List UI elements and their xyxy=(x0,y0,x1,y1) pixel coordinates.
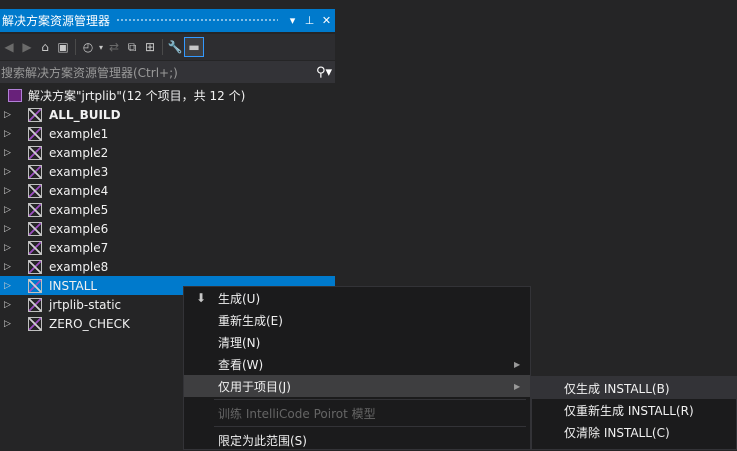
tree-item-label: example4 xyxy=(49,183,109,198)
expand-arrow-icon[interactable]: ▷ xyxy=(0,300,19,310)
panel-toolbar: ◀ ▶ ⌂ ▣ ◴ ▾ ⇄ ⧉ ⊞ 🔧 ▬ xyxy=(0,34,335,60)
tree-item-label: ZERO_CHECK xyxy=(49,316,130,331)
cmake-project-icon xyxy=(28,221,42,236)
panel-title: 解决方案资源管理器 xyxy=(2,14,111,28)
tree-item-label: example3 xyxy=(49,164,109,179)
submenu-arrow-icon: ▶ xyxy=(514,381,521,391)
submenu-item-0[interactable]: 仅生成 INSTALL(B) xyxy=(532,377,736,399)
pin-icon[interactable]: ⊥ xyxy=(301,14,318,27)
menu-item-label: 查看(W) xyxy=(218,357,264,372)
preview-selected-icon[interactable]: ▬ xyxy=(184,37,204,57)
submenu-item-1[interactable]: 仅重新生成 INSTALL(R) xyxy=(532,399,736,421)
menu-item-4[interactable]: 仅用于项目(J) ▶ xyxy=(184,375,530,397)
cmake-project-icon xyxy=(28,183,42,198)
expand-arrow-icon[interactable]: ▷ xyxy=(0,110,19,120)
pending-changes-filter-icon[interactable]: ◴ xyxy=(79,37,97,57)
menu-item-2[interactable]: 清理(N) xyxy=(184,331,530,353)
panel-titlebar: 解决方案资源管理器 ▾ ⊥ ✕ xyxy=(0,9,335,32)
menu-item-label: 仅用于项目(J) xyxy=(218,379,291,394)
menu-item-3[interactable]: 查看(W) ▶ xyxy=(184,353,530,375)
toolbar-separator xyxy=(75,39,76,55)
context-menu: ⬇ 生成(U) 重新生成(E) 清理(N) 查看(W) ▶ 仅用于项目(J) ▶ 训练 Inte… xyxy=(183,286,531,450)
tree-item-all-build[interactable]: ▷ ALL_BUILD xyxy=(0,105,335,124)
tree-item-example3[interactable]: ▷ example3 xyxy=(0,162,335,181)
menu-item-1[interactable]: 重新生成(E) xyxy=(184,309,530,331)
expand-arrow-icon[interactable]: ▷ xyxy=(0,167,19,177)
menu-item-label: 清理(N) xyxy=(218,335,261,350)
menu-item-6[interactable]: 限定为此范围(S) xyxy=(184,429,530,451)
menu-separator xyxy=(214,426,526,427)
menu-item-label: 生成(U) xyxy=(218,291,261,306)
project-only-submenu: 仅生成 INSTALL(B) 仅重新生成 INSTALL(R) 仅清除 INSTAL… xyxy=(531,376,737,450)
submenu-item-2[interactable]: 仅清除 INSTALL(C) xyxy=(532,421,736,443)
collapse-all-icon[interactable]: ⧉ xyxy=(123,37,141,57)
sync-icon[interactable]: ⇄ xyxy=(105,37,123,57)
submenu-arrow-icon: ▶ xyxy=(514,359,521,369)
expand-arrow-icon[interactable]: ▷ xyxy=(0,262,19,272)
tree-item-label: example2 xyxy=(49,145,109,160)
window-position-dropdown-icon[interactable]: ▾ xyxy=(284,14,301,27)
tree-item-label: ALL_BUILD xyxy=(49,107,121,122)
tree-item-example4[interactable]: ▷ example4 xyxy=(0,181,335,200)
home-icon[interactable]: ⌂ xyxy=(36,37,54,57)
expand-arrow-icon[interactable]: ▷ xyxy=(0,243,19,253)
show-all-files-icon[interactable]: ⊞ xyxy=(141,37,159,57)
cmake-project-icon xyxy=(28,202,42,217)
close-icon[interactable]: ✕ xyxy=(318,14,335,27)
cmake-project-icon xyxy=(28,126,42,141)
switch-views-icon[interactable]: ▣ xyxy=(54,37,72,57)
tree-item-example1[interactable]: ▷ example1 xyxy=(0,124,335,143)
build-icon: ⬇ xyxy=(195,291,207,305)
search-icon[interactable]: ⚲▾ xyxy=(313,65,335,80)
back-icon[interactable]: ◀ xyxy=(0,37,18,57)
cmake-project-icon xyxy=(28,240,42,255)
menu-item-label: 训练 IntelliCode Poirot 模型 xyxy=(218,406,376,421)
cmake-project-icon xyxy=(28,164,42,179)
properties-wrench-icon[interactable]: 🔧 xyxy=(166,37,184,57)
cmake-project-icon xyxy=(28,107,42,122)
expand-arrow-icon[interactable]: ▷ xyxy=(0,148,19,158)
search-input[interactable]: 搜索解决方案资源管理器(Ctrl+;) xyxy=(0,64,313,81)
expand-arrow-icon[interactable]: ▷ xyxy=(0,205,19,215)
cmake-project-icon xyxy=(28,145,42,160)
tree-item-example5[interactable]: ▷ example5 xyxy=(0,200,335,219)
menu-item-label: 重新生成(E) xyxy=(218,313,283,328)
search-box[interactable]: 搜索解决方案资源管理器(Ctrl+;) ⚲▾ xyxy=(0,61,335,83)
tree-item-label: example6 xyxy=(49,221,109,236)
menu-item-0[interactable]: ⬇ 生成(U) xyxy=(184,287,530,309)
menu-item-label: 限定为此范围(S) xyxy=(218,433,307,448)
titlebar-grip[interactable] xyxy=(116,18,278,23)
tree-item-label: example7 xyxy=(49,240,109,255)
menu-separator xyxy=(214,399,526,400)
cmake-project-icon xyxy=(28,297,42,312)
expand-arrow-icon[interactable]: ▷ xyxy=(0,224,19,234)
tree-item-label: jrtplib-static xyxy=(49,297,122,312)
tree-item-example6[interactable]: ▷ example6 xyxy=(0,219,335,238)
cmake-project-icon xyxy=(28,316,42,331)
expand-arrow-icon[interactable]: ▷ xyxy=(0,281,19,291)
cmake-project-icon xyxy=(28,278,42,293)
menu-item-5: 训练 IntelliCode Poirot 模型 xyxy=(184,402,530,424)
tree-item-label: example1 xyxy=(49,126,109,141)
toolbar-separator xyxy=(162,39,163,55)
solution-root-label: 解决方案"jrtplib"(12 个项目，共 12 个) xyxy=(28,89,246,103)
forward-icon[interactable]: ▶ xyxy=(18,37,36,57)
solution-icon xyxy=(8,89,22,102)
tree-item-label: INSTALL xyxy=(49,278,98,293)
tree-item-label: example5 xyxy=(49,202,109,217)
expand-arrow-icon[interactable]: ▷ xyxy=(0,129,19,139)
tree-item-example8[interactable]: ▷ example8 xyxy=(0,257,335,276)
tree-item-example2[interactable]: ▷ example2 xyxy=(0,143,335,162)
expand-arrow-icon[interactable]: ▷ xyxy=(0,319,19,329)
chevron-down-icon[interactable]: ▾ xyxy=(97,37,105,57)
cmake-project-icon xyxy=(28,259,42,274)
tree-item-label: example8 xyxy=(49,259,109,274)
expand-arrow-icon[interactable]: ▷ xyxy=(0,186,19,196)
tree-item-example7[interactable]: ▷ example7 xyxy=(0,238,335,257)
solution-root-node[interactable]: 解决方案"jrtplib"(12 个项目，共 12 个) xyxy=(0,86,335,105)
